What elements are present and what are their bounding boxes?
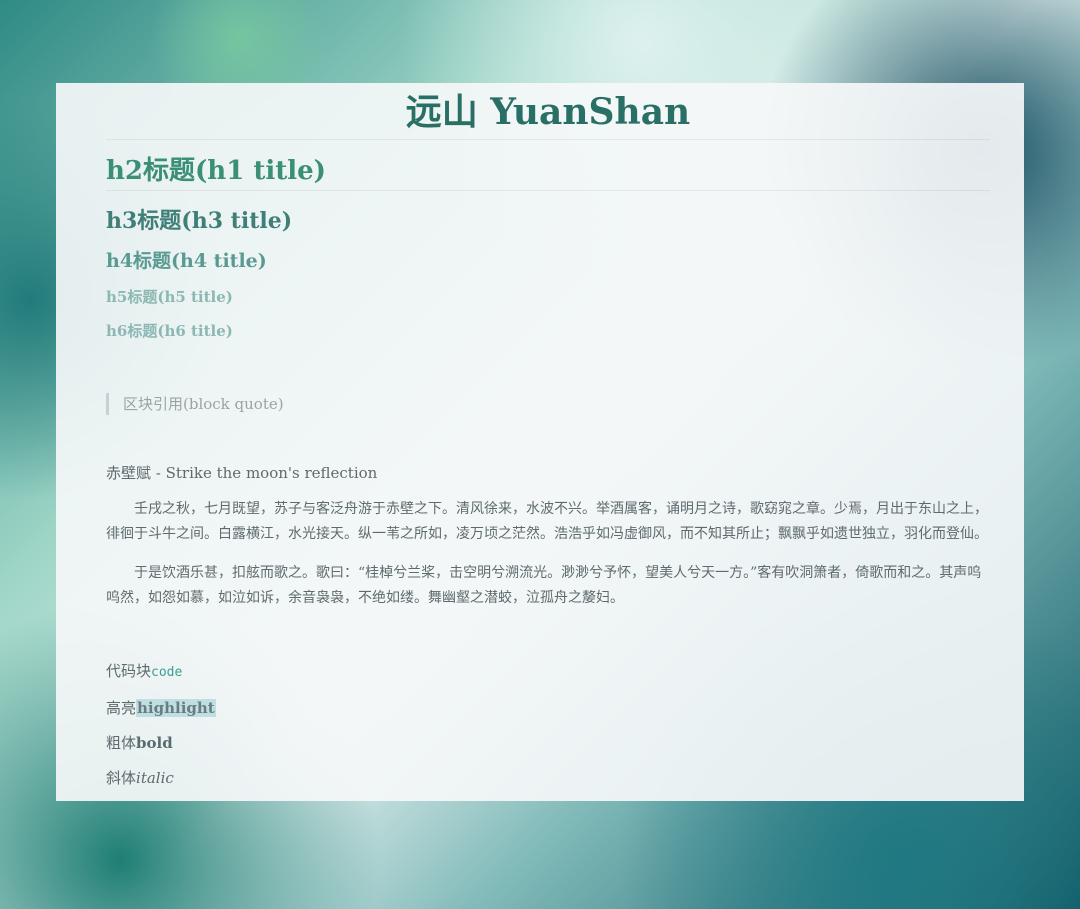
code-sample-line: 代码块code [106,661,990,683]
heading-3: h3标题(h3 title) [106,208,293,234]
highlight-sample-line: 高亮highlight [106,698,990,718]
bold-label: 粗体 [106,734,137,752]
italic-label: 斜体 [106,769,137,787]
title-divider [106,139,990,140]
highlighted-text: highlight [136,699,216,717]
heading-2: h2标题(h1 title) [106,156,326,186]
bold-sample-line: 粗体bold [106,733,990,753]
essay-paragraph-2: 于是饮酒乐甚，扣舷而歌之。歌曰：“桂棹兮兰桨，击空明兮溯流光。渺渺兮予怀，望美人… [106,565,982,606]
essay-paragraph-1: 壬戌之秋，七月既望，苏子与客泛舟游于赤壁之下。清风徐来，水波不兴。举酒属客，诵明… [106,501,988,542]
block-quote: 区块引用(block quote) [106,393,990,415]
essay-title: 赤壁赋 - Strike the moon's reflection [106,464,378,482]
heading-6: h6标题(h6 title) [106,322,233,340]
highlight-label: 高亮 [106,699,137,717]
page-title: 远山 YuanShan [405,91,691,133]
bold-text: bold [136,734,173,752]
inline-code: code [151,665,183,680]
heading-2-divider [106,190,990,191]
italic-sample-line: 斜体italic [106,768,990,788]
italic-text: italic [136,769,174,787]
code-label: 代码块 [106,662,152,680]
heading-4: h4标题(h4 title) [106,250,267,272]
document-card: 远山 YuanShan h2标题(h1 title) h3标题(h3 title… [56,83,1024,801]
heading-5: h5标题(h5 title) [106,288,233,306]
